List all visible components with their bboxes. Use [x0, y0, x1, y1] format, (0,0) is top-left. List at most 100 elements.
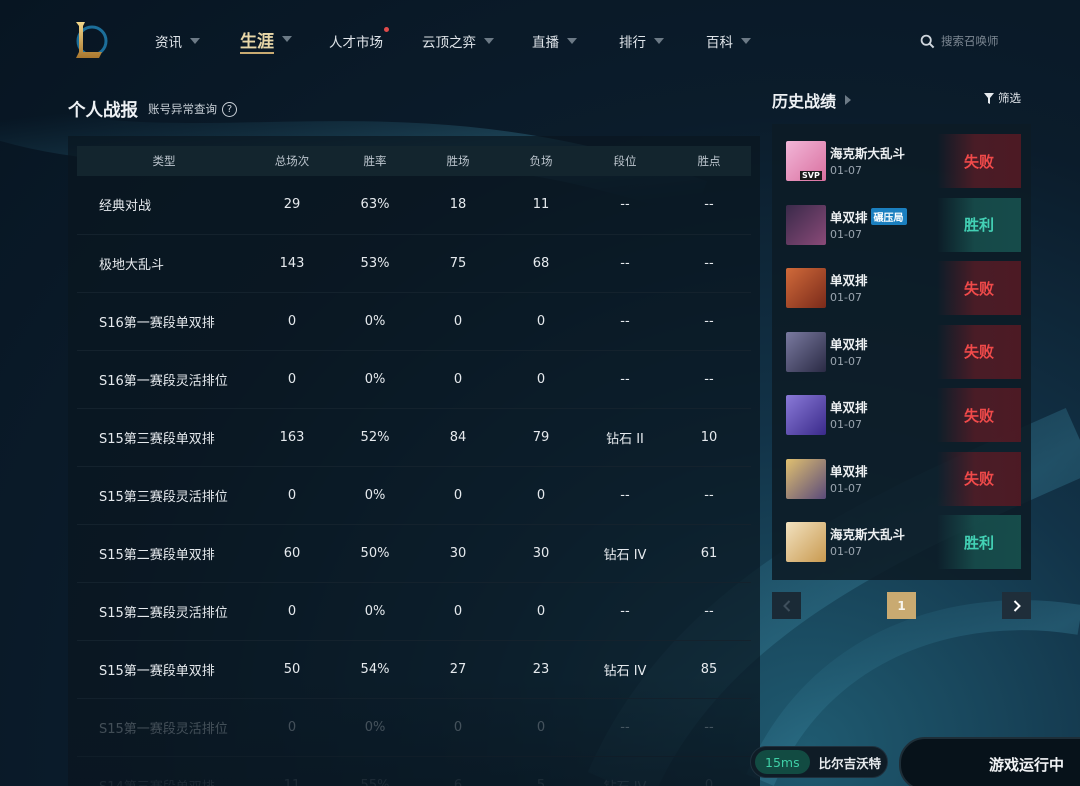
cell-losses: 0 — [499, 698, 583, 757]
cell-rank: -- — [583, 466, 667, 525]
cell-rank: 钻石 II — [583, 408, 667, 467]
game-running-button[interactable]: 游戏运行中 — [899, 737, 1080, 786]
notification-dot — [384, 27, 389, 32]
nav-item-label: 排行 — [619, 35, 646, 51]
stats-table-body: 经典对战 29 63% 18 11 -- -- 极地大乱斗 143 53% 75 68 -- -- S16第… — [77, 176, 751, 786]
cell-total: 143 — [251, 234, 333, 293]
table-row: S16第一赛段单双排 0 0% 0 0 -- -- — [77, 292, 751, 351]
table-row: S15第一赛段灵活排位 0 0% 0 0 -- -- — [77, 698, 751, 757]
cell-type: S15第三赛段单双排 — [77, 408, 251, 467]
nav-item-career[interactable]: 生涯 — [240, 28, 292, 54]
server-name: 比尔吉沃特 — [818, 755, 882, 771]
cell-rank: 钻石 IV — [583, 524, 667, 583]
match-result: 失败 — [937, 388, 1021, 442]
stats-table: 类型 总场次 胜率 胜场 负场 段位 胜点 经典对战 29 63% 18 11 -- -- 极… — [77, 146, 751, 786]
table-row: S15第一赛段单双排 50 54% 27 23 钻石 IV 85 — [77, 640, 751, 699]
cell-winrate: 0% — [333, 350, 417, 409]
cell-lp: -- — [667, 350, 751, 409]
nav-item-live[interactable]: 直播 — [532, 30, 577, 52]
cell-lp: -- — [667, 582, 751, 641]
match-card[interactable]: 单双排 碾压局 01-07 胜利 — [786, 197, 1021, 252]
match-result: 失败 — [937, 261, 1021, 315]
match-history-panel: SVP 海克斯大乱斗 01-07 失败 单双排 碾压局 01-07 胜利 单双排 01-07 失败单… — [772, 124, 1031, 580]
cell-wins: 18 — [417, 176, 499, 235]
match-card[interactable]: 单双排 01-07 失败 — [786, 388, 1021, 442]
match-badge: 碾压局 — [870, 207, 907, 225]
match-card[interactable]: 海克斯大乱斗 01-07 胜利 — [786, 515, 1021, 569]
match-history-label: 历史战绩 — [772, 92, 837, 111]
cell-wins: 0 — [417, 466, 499, 525]
cell-wins: 84 — [417, 408, 499, 467]
cell-winrate: 0% — [333, 582, 417, 641]
nav-item-label: 资讯 — [155, 35, 182, 51]
cell-total: 29 — [251, 176, 333, 235]
match-card[interactable]: SVP 海克斯大乱斗 01-07 失败 — [786, 134, 1021, 188]
caret-down-icon — [282, 36, 292, 42]
table-row: S15第二赛段单双排 60 50% 30 30 钻石 IV 61 — [77, 524, 751, 583]
champion-avatar — [786, 395, 826, 435]
cell-lp: 61 — [667, 524, 751, 583]
account-anomaly-link[interactable]: 账号异常查询 ? — [148, 101, 237, 117]
col-header-wins: 胜场 — [417, 146, 499, 176]
cell-wins: 75 — [417, 234, 499, 293]
match-mode-label: 单双排 — [830, 400, 868, 415]
nav-item-ranking[interactable]: 排行 — [619, 30, 664, 52]
cell-rank: -- — [583, 292, 667, 351]
cell-type: S16第一赛段灵活排位 — [77, 350, 251, 409]
server-status: 15ms 比尔吉沃特 — [750, 746, 888, 778]
cell-wins: 6 — [417, 756, 499, 786]
filter-button[interactable]: 筛选 — [984, 90, 1021, 106]
cell-type: S15第二赛段单双排 — [77, 524, 251, 583]
cell-losses: 0 — [499, 350, 583, 409]
chevron-left-icon — [782, 599, 790, 612]
nav-item-tft[interactable]: 云顶之弈 — [422, 30, 494, 52]
chevron-right-icon — [1013, 599, 1021, 612]
lol-logo[interactable] — [70, 18, 110, 62]
match-mode-label: 单双排 — [830, 463, 868, 479]
champion-avatar — [786, 331, 826, 372]
caret-down-icon — [567, 38, 577, 44]
match-mode: 单双排 碾压局 — [830, 207, 907, 226]
col-header-total: 总场次 — [251, 146, 333, 176]
cell-type: S16第一赛段单双排 — [77, 292, 251, 351]
match-mode: 海克斯大乱斗 — [830, 143, 905, 162]
pager-next-button[interactable] — [1002, 592, 1031, 619]
pager-page-current[interactable]: 1 — [887, 592, 916, 619]
nav-item-label: 生涯 — [240, 31, 274, 52]
match-mode-label: 单双排 — [830, 209, 868, 225]
cell-winrate: 63% — [333, 176, 417, 235]
cell-winrate: 50% — [333, 524, 417, 583]
nav-item-wiki[interactable]: 百科 — [706, 30, 751, 52]
nav-item-news[interactable]: 资讯 — [155, 30, 200, 52]
cell-lp: 10 — [667, 408, 751, 467]
match-result: 失败 — [937, 134, 1021, 188]
cell-lp: -- — [667, 292, 751, 351]
table-row: S15第三赛段灵活排位 0 0% 0 0 -- -- — [77, 466, 751, 525]
nav-item-talent-market[interactable]: 人才市场 — [329, 27, 389, 52]
caret-down-icon — [654, 38, 664, 44]
search-icon[interactable] — [920, 34, 935, 49]
match-date: 01-07 — [830, 164, 862, 177]
cell-lp: 0 — [667, 756, 751, 786]
help-icon[interactable]: ? — [222, 101, 237, 117]
chevron-right-icon — [845, 95, 852, 105]
cell-rank: -- — [583, 582, 667, 641]
champion-avatar: SVP — [786, 141, 826, 181]
cell-rank: -- — [583, 350, 667, 409]
match-card[interactable]: 单双排 01-07 失败 — [786, 261, 1021, 315]
cell-total: 0 — [251, 466, 333, 525]
cell-losses: 0 — [499, 292, 583, 351]
champion-avatar — [786, 458, 826, 499]
search-input[interactable] — [941, 34, 1031, 48]
match-card[interactable]: 单双排 01-07 失败 — [786, 324, 1021, 379]
nav-item-label: 人才市场 — [329, 35, 383, 51]
match-mode-label: 单双排 — [830, 273, 868, 288]
search-box[interactable] — [920, 30, 1032, 52]
match-history-title[interactable]: 历史战绩 — [772, 88, 852, 112]
match-card[interactable]: 单双排 01-07 失败 — [786, 451, 1021, 506]
cell-rank: -- — [583, 176, 667, 235]
table-header-row: 类型 总场次 胜率 胜场 负场 段位 胜点 — [77, 146, 751, 176]
pager-prev-button[interactable] — [772, 592, 801, 619]
match-result: 胜利 — [937, 197, 1021, 252]
champion-avatar — [786, 522, 826, 562]
